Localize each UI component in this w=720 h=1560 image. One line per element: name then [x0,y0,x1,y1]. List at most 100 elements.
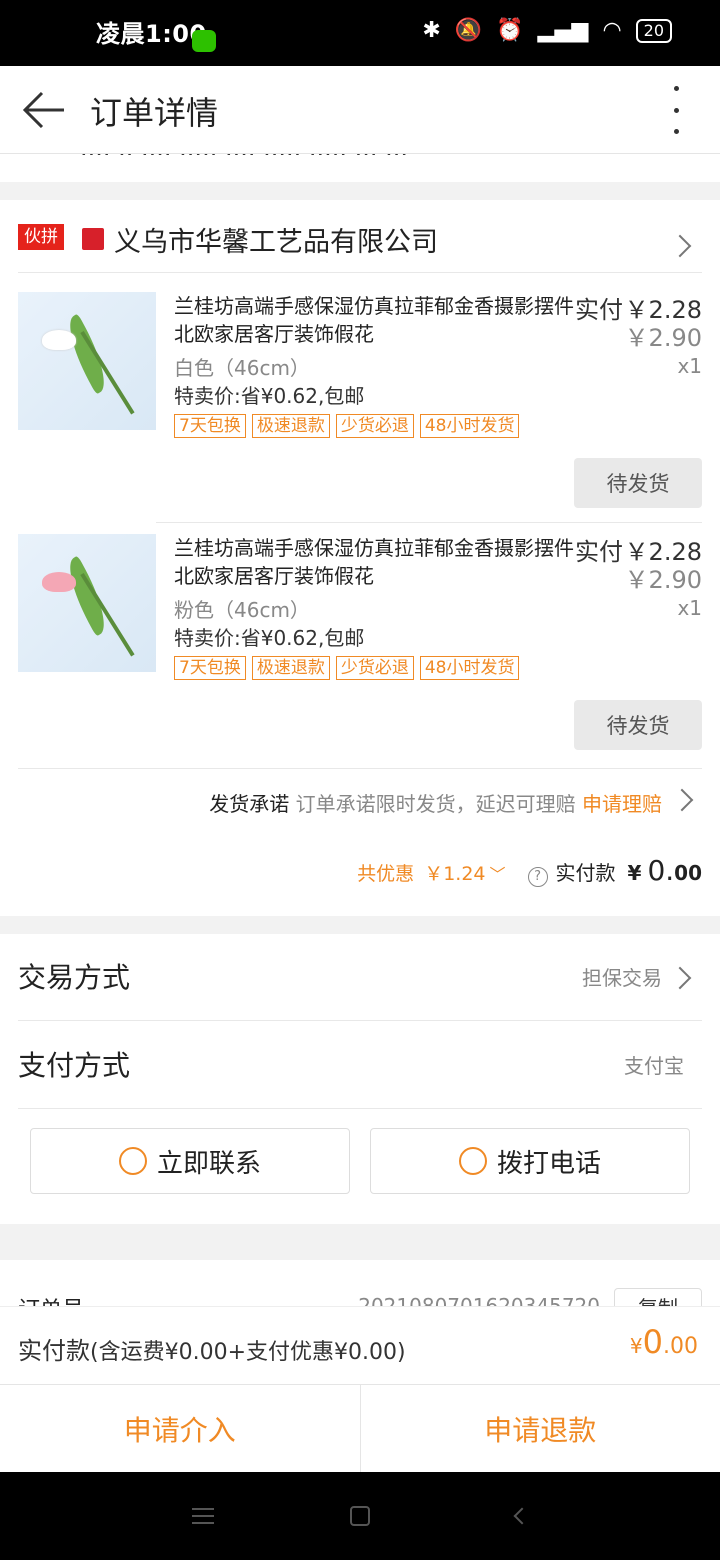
product-image [18,534,156,672]
paid-int: 0. [647,854,675,887]
bottom-paid-amount: ¥0.00 [630,1323,698,1361]
order-item[interactable]: 兰桂坊高端手感保湿仿真拉菲郁金香摄影摆件北欧家居客厅装饰假花 实付 ￥2.28 … [0,292,720,532]
bottom-currency: ¥ [629,1334,643,1358]
service-badge: 少货必退 [335,414,414,438]
promo-text: 特卖价:省¥0.62,包邮 [174,626,365,650]
section-gap [0,916,720,934]
menu-nav-icon[interactable] [192,1508,214,1524]
action-bar: 申请介入 申请退款 [0,1384,720,1472]
payment-method-label: 支付方式 [18,1049,131,1082]
service-badge: 极速退款 [251,656,330,680]
product-spec: 粉色（46cm） [174,598,310,622]
paid-label: 实付款 [555,861,616,885]
product-spec: 白色（46cm） [174,356,310,380]
claim-link[interactable]: 申请理赔 [582,792,662,816]
contact-now-button[interactable]: 立即联系 [30,1128,350,1194]
chevron-right-icon [668,966,692,990]
product-name: 兰桂坊高端手感保湿仿真拉菲郁金香摄影摆件北欧家居客厅装饰假花 [174,536,574,588]
pending-shipment-button[interactable]: 待发货 [574,458,702,508]
wifi-icon: ◠ [602,18,622,43]
alarm-icon: ⏰ [496,18,524,43]
home-nav-icon[interactable] [350,1506,370,1526]
wechat-icon [192,30,216,52]
section-gap [0,182,720,200]
copy-button[interactable]: 复制 [614,1288,702,1306]
pay-label: 实付 [575,296,623,324]
call-phone-button[interactable]: 拨打电话 [370,1128,690,1194]
bottom-paid-label: 实付款 [18,1337,90,1365]
chat-icon [118,1147,147,1175]
bluetooth-icon: ✱ [422,18,441,43]
shop-name: 义乌市华馨工艺品有限公司 [114,227,438,258]
shop-header[interactable]: 伙拼 义乌市华馨工艺品有限公司 [18,220,702,272]
system-nav-bar [0,1472,720,1560]
discount-label: 共优惠 [357,863,415,885]
order-item[interactable]: 兰桂坊高端手感保湿仿真拉菲郁金香摄影摆件北欧家居客厅装饰假花 实付 ￥2.28 … [0,534,720,774]
help-icon[interactable]: ? [527,867,548,887]
divider [156,522,702,523]
pay-label: 实付 [575,538,623,566]
app-bar: 订单详情 [0,66,720,154]
chevron-right-icon [670,788,694,812]
quantity: x1 [677,596,702,620]
bottom-dec: .00 [663,1334,698,1359]
status-bar: 凌晨1:00 ✱ 🔕 ⏰ ▂▄▆ ◠ 20 [0,0,720,66]
product-image [18,292,156,430]
bottom-paid: 实付款(含运费¥0.00+支付优惠¥0.00) [18,1331,406,1366]
trade-method-value: 担保交易 [582,966,662,990]
divider [18,272,702,273]
promise-text: 订单承诺限时发货，延迟可理赔 [295,792,576,816]
service-badge: 少货必退 [335,656,414,680]
bottom-int: 0 [642,1323,663,1361]
mute-icon: 🔕 [454,18,483,43]
service-badge: 7天包换 [174,414,246,438]
signal-icon: ▂▄▆ [537,18,589,43]
order-total: 共优惠 ￥1.24 ﹀ ? 实付款 ¥ 0. 00 [357,854,702,887]
payment-method-row: 支付方式 支付宝 [18,1022,702,1110]
chevron-right-icon [668,234,692,258]
bottom-summary: 实付款(含运费¥0.00+支付优惠¥0.00) ¥0.00 [0,1306,720,1384]
section-gap [0,1224,720,1260]
status-time: 凌晨1:00 [96,20,207,48]
battery-icon: 20 [635,18,672,43]
cutoff-previous-content: ···· ·· ···· ····· ···· ····· ····· ··· … [80,154,409,168]
contact-now-label: 立即联系 [156,1148,261,1179]
paid-dec: 00 [674,861,702,885]
phone-icon [458,1147,487,1175]
original-price: ￥2.90 [624,566,702,594]
apply-intervention-button[interactable]: 申请介入 [0,1385,361,1472]
page-title: 订单详情 [90,94,219,132]
service-badge: 极速退款 [251,414,330,438]
discount-value[interactable]: ￥1.24 [424,859,485,886]
divider [18,1020,702,1021]
service-badge: 48小时发货 [419,414,520,438]
order-number-row: 订单号 2021080701620345720 复制 [0,1260,720,1306]
chevron-down-icon[interactable]: ﹀ [490,861,506,885]
order-number-label: 订单号 [18,1292,84,1306]
service-badge: 48小时发货 [419,656,520,680]
status-icons: ✱ 🔕 ⏰ ▂▄▆ ◠ 20 [422,18,672,43]
service-badges: 7天包换 极速退款 少货必退 48小时发货 [174,414,520,438]
back-arrow-icon[interactable] [22,90,66,130]
divider [18,768,702,769]
divider [18,1108,702,1109]
apply-refund-button[interactable]: 申请退款 [361,1385,720,1472]
shop-logo-icon [82,228,104,250]
promise-key: 发货承诺 [209,792,290,816]
shipping-promise[interactable]: 发货承诺 订单承诺限时发货，延迟可理赔 申请理赔 [209,788,662,817]
trade-method-row[interactable]: 交易方式 担保交易 [18,934,702,1022]
huopin-badge: 伙拼 [18,224,64,250]
promo-text: 特卖价:省¥0.62,包邮 [174,384,365,408]
more-menu-icon[interactable] [662,86,690,134]
call-phone-label: 拨打电话 [496,1148,601,1179]
payment-method-value: 支付宝 [624,1054,684,1078]
back-nav-icon[interactable] [513,1507,531,1525]
bottom-paid-detail: (含运费¥0.00+支付优惠¥0.00) [90,1340,406,1365]
quantity: x1 [677,354,702,378]
shop-card: 伙拼 义乌市华馨工艺品有限公司 兰桂坊高端手感保湿仿真拉菲郁金香摄影摆件北欧家居… [0,200,720,916]
paid-currency: ¥ [627,861,642,885]
trade-method-label: 交易方式 [18,961,131,994]
pending-shipment-button[interactable]: 待发货 [574,700,702,750]
original-price: ￥2.90 [624,324,702,352]
product-name: 兰桂坊高端手感保湿仿真拉菲郁金香摄影摆件北欧家居客厅装饰假花 [174,294,574,346]
